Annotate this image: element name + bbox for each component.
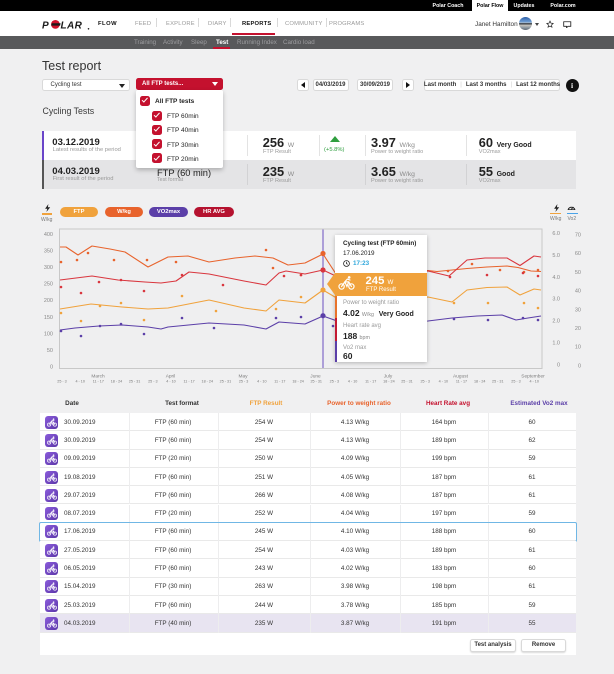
svg-text:25 - 3: 25 - 3	[57, 379, 66, 383]
svg-text:1.0: 1.0	[552, 341, 560, 347]
svg-text:3.0: 3.0	[552, 297, 560, 303]
svg-text:4 - 10: 4 - 10	[348, 379, 357, 383]
svg-text:25 - 31: 25 - 31	[310, 379, 321, 383]
svg-text:25 - 31: 25 - 31	[401, 379, 412, 383]
svg-text:0: 0	[578, 363, 581, 369]
svg-text:25 - 31: 25 - 31	[220, 379, 231, 383]
svg-text:350: 350	[44, 249, 53, 255]
svg-text:25 - 31: 25 - 31	[492, 379, 503, 383]
svg-text:4 - 10: 4 - 10	[166, 379, 175, 383]
svg-text:0: 0	[50, 365, 53, 371]
svg-text:11 - 17: 11 - 17	[365, 379, 376, 383]
svg-text:25 - 3: 25 - 3	[511, 379, 520, 383]
svg-text:11 - 17: 11 - 17	[93, 379, 104, 383]
svg-text:60: 60	[575, 251, 581, 257]
svg-text:P: P	[42, 20, 49, 30]
svg-text:18 - 24: 18 - 24	[474, 379, 485, 383]
svg-text:18 - 24: 18 - 24	[111, 379, 122, 383]
svg-text:40: 40	[575, 289, 581, 295]
svg-text:4 - 10: 4 - 10	[257, 379, 266, 383]
svg-text:30: 30	[575, 307, 581, 313]
svg-text:250: 250	[44, 282, 53, 288]
svg-text:25 - 3: 25 - 3	[330, 379, 339, 383]
svg-text:2.0: 2.0	[552, 319, 560, 325]
svg-text:70: 70	[575, 233, 581, 239]
svg-text:100: 100	[44, 331, 53, 337]
svg-text:25 - 3: 25 - 3	[420, 379, 429, 383]
svg-text:11 - 17: 11 - 17	[456, 379, 467, 383]
svg-text:4 - 10: 4 - 10	[439, 379, 448, 383]
svg-text:150: 150	[44, 315, 53, 321]
svg-text:4 - 10: 4 - 10	[75, 379, 84, 383]
svg-text:25 - 31: 25 - 31	[129, 379, 140, 383]
svg-text:50: 50	[47, 348, 53, 354]
svg-text:300: 300	[44, 265, 53, 271]
svg-text:400: 400	[44, 232, 53, 238]
svg-text:11 - 17: 11 - 17	[274, 379, 285, 383]
svg-text:20: 20	[575, 326, 581, 332]
svg-text:5.0: 5.0	[552, 253, 560, 259]
svg-text:18 - 24: 18 - 24	[202, 379, 213, 383]
svg-text:25 - 3: 25 - 3	[148, 379, 157, 383]
svg-text:LAR: LAR	[60, 20, 82, 30]
svg-text:11 - 17: 11 - 17	[183, 379, 194, 383]
svg-text:4.0: 4.0	[552, 275, 560, 281]
svg-text:6.0: 6.0	[552, 231, 560, 237]
svg-text:18 - 24: 18 - 24	[383, 379, 394, 383]
svg-text:10: 10	[575, 345, 581, 351]
svg-text:200: 200	[44, 298, 53, 304]
svg-text:50: 50	[575, 270, 581, 276]
svg-text:4 - 10: 4 - 10	[529, 379, 538, 383]
svg-text:0: 0	[557, 362, 560, 368]
svg-text:25 - 3: 25 - 3	[239, 379, 248, 383]
svg-text:18 - 24: 18 - 24	[292, 379, 303, 383]
